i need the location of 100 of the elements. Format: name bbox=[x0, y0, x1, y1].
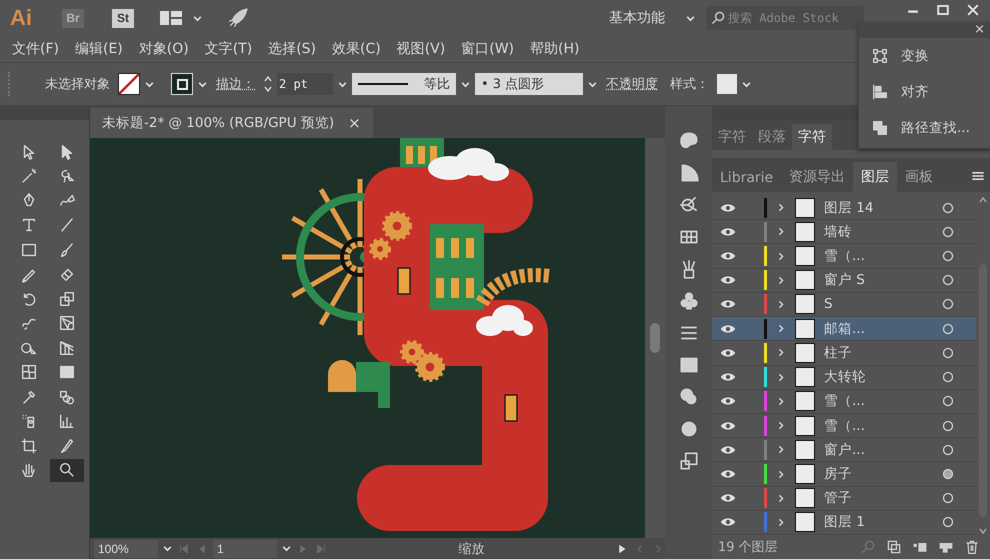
target-circle-icon[interactable] bbox=[942, 274, 954, 286]
eye-icon[interactable] bbox=[720, 275, 736, 286]
layer-row[interactable]: 雪（... bbox=[712, 390, 976, 414]
layer-row[interactable]: 雪（... bbox=[712, 414, 976, 438]
artboard-icon[interactable] bbox=[20, 436, 38, 455]
menu-item[interactable]: 效果(C) bbox=[332, 40, 381, 58]
stock-button[interactable]: St bbox=[112, 8, 134, 28]
layer-row[interactable]: 图层 14 bbox=[712, 196, 976, 220]
panel-tab[interactable]: 字符 bbox=[712, 124, 752, 150]
target-circle-icon[interactable] bbox=[942, 444, 954, 456]
menu-item[interactable]: 对象(O) bbox=[138, 40, 189, 58]
layer-row[interactable]: 管子 bbox=[712, 486, 976, 511]
eye-icon[interactable] bbox=[720, 396, 736, 406]
target-circle-icon[interactable] bbox=[942, 492, 954, 504]
expand-chevron-icon[interactable] bbox=[777, 274, 785, 286]
layout-grid-icon[interactable] bbox=[160, 11, 182, 25]
expand-chevron-icon[interactable] bbox=[777, 347, 785, 358]
eye-icon[interactable] bbox=[720, 202, 736, 213]
rocket-icon[interactable] bbox=[227, 7, 249, 29]
bridge-button[interactable]: Br bbox=[62, 8, 84, 28]
target-circle-icon[interactable] bbox=[942, 202, 954, 214]
layer-row[interactable]: 大转轮 bbox=[712, 366, 976, 390]
panel-tab[interactable]: 资源导出 bbox=[781, 162, 854, 192]
target-circle-icon[interactable] bbox=[942, 226, 954, 238]
clipping-mask-icon[interactable] bbox=[886, 539, 902, 555]
knife-icon[interactable] bbox=[58, 436, 76, 455]
target-circle-icon[interactable] bbox=[942, 250, 954, 262]
scale-icon[interactable] bbox=[58, 290, 76, 308]
layer-row[interactable]: 邮箱... bbox=[712, 317, 976, 342]
eye-icon[interactable] bbox=[720, 324, 736, 334]
panel-tab[interactable]: 图层 bbox=[853, 162, 898, 192]
search-field[interactable]: 搜索 Adobe Stock bbox=[706, 6, 864, 30]
eye-icon[interactable] bbox=[720, 226, 736, 237]
scrollbar-thumb[interactable] bbox=[650, 323, 660, 353]
scroll-up-icon[interactable] bbox=[978, 196, 988, 204]
eye-icon[interactable] bbox=[720, 251, 736, 262]
artboard-field[interactable]: 1 bbox=[213, 540, 277, 558]
target-circle-icon[interactable] bbox=[942, 322, 954, 335]
eye-icon[interactable] bbox=[720, 372, 736, 382]
spinner-arrows-icon[interactable] bbox=[263, 74, 273, 94]
close-panel-button[interactable]: × bbox=[974, 22, 985, 38]
eye-icon[interactable] bbox=[720, 493, 736, 504]
fill-swatch[interactable] bbox=[118, 73, 140, 95]
expand-chevron-icon[interactable] bbox=[777, 420, 785, 432]
eye-icon[interactable] bbox=[720, 299, 736, 310]
club-icon[interactable] bbox=[678, 290, 700, 312]
panel-tab[interactable]: Librarie bbox=[712, 164, 782, 192]
target-circle-icon[interactable] bbox=[942, 516, 954, 528]
stroke-profile-dropdown[interactable]: 等比 bbox=[352, 73, 456, 95]
bar-chart-icon[interactable] bbox=[58, 412, 76, 430]
line-icon[interactable] bbox=[58, 216, 76, 234]
stroke-label[interactable]: 描边： bbox=[212, 75, 259, 93]
maximize-icon[interactable] bbox=[934, 2, 952, 18]
eye-icon[interactable] bbox=[720, 517, 736, 528]
mesh-icon[interactable] bbox=[20, 363, 38, 382]
menu-item[interactable]: 选择(S) bbox=[268, 40, 316, 58]
layer-row[interactable]: 墙砖 bbox=[712, 220, 976, 244]
panel-menu-item[interactable]: 对齐 bbox=[859, 74, 990, 110]
expand-chevron-icon[interactable] bbox=[777, 444, 785, 456]
search-icon[interactable] bbox=[58, 461, 76, 480]
panel-tab[interactable]: 画板 bbox=[897, 162, 942, 192]
expand-chevron-icon[interactable] bbox=[777, 396, 785, 407]
opacity-label[interactable]: 不透明度 bbox=[602, 75, 662, 93]
layer-row[interactable]: 雪（... bbox=[712, 244, 976, 269]
layer-row[interactable]: 窗户 S bbox=[712, 268, 976, 293]
panel-menu-item[interactable]: 路径查找... bbox=[859, 110, 990, 146]
expand-chevron-icon[interactable] bbox=[777, 323, 785, 334]
menu-item[interactable]: 窗口(W) bbox=[461, 40, 514, 58]
layer-row[interactable]: 窗户... bbox=[712, 438, 976, 462]
expand-chevron-icon[interactable] bbox=[777, 516, 785, 528]
perspective-grid-icon[interactable] bbox=[58, 338, 76, 357]
panel-tab[interactable]: 字符 bbox=[792, 124, 832, 150]
layer-row[interactable]: 柱子 bbox=[712, 341, 976, 366]
eye-icon[interactable] bbox=[720, 444, 736, 455]
zoom-field[interactable]: 100% bbox=[94, 540, 158, 558]
target-circle-icon[interactable] bbox=[942, 298, 954, 310]
layer-row[interactable]: 图层 1 bbox=[712, 510, 976, 536]
expand-chevron-icon[interactable] bbox=[777, 226, 785, 238]
target-circle-icon[interactable] bbox=[942, 468, 954, 480]
target-circle-icon[interactable] bbox=[942, 395, 954, 408]
layer-row[interactable]: 房子 bbox=[712, 462, 976, 487]
menu-item[interactable]: 视图(V) bbox=[396, 40, 446, 58]
panel-menu-item[interactable]: 变换 bbox=[859, 38, 990, 74]
expand-chevron-icon[interactable] bbox=[777, 298, 785, 310]
stroke-weight-field[interactable]: 2 pt bbox=[277, 73, 333, 95]
free-transform-icon[interactable] bbox=[58, 314, 76, 332]
eye-icon[interactable] bbox=[720, 420, 736, 431]
stroke-swatch[interactable] bbox=[171, 73, 193, 95]
menu-item[interactable]: 文字(T) bbox=[204, 40, 252, 58]
document-tab[interactable]: 未标题-2* @ 100% (RGB/GPU 预览) × bbox=[90, 108, 373, 138]
trash-icon[interactable] bbox=[964, 539, 980, 555]
expand-chevron-icon[interactable] bbox=[777, 250, 785, 262]
menu-item[interactable]: 文件(F) bbox=[12, 40, 59, 58]
close-tab-button[interactable]: × bbox=[348, 114, 361, 132]
eye-icon[interactable] bbox=[720, 469, 736, 480]
brush-dropdown[interactable]: • 3 点圆形 bbox=[475, 73, 583, 95]
target-circle-icon[interactable] bbox=[942, 420, 954, 432]
expand-chevron-icon[interactable] bbox=[777, 202, 785, 214]
style-swatch[interactable] bbox=[717, 74, 737, 94]
magic-wand-icon[interactable] bbox=[20, 167, 38, 186]
